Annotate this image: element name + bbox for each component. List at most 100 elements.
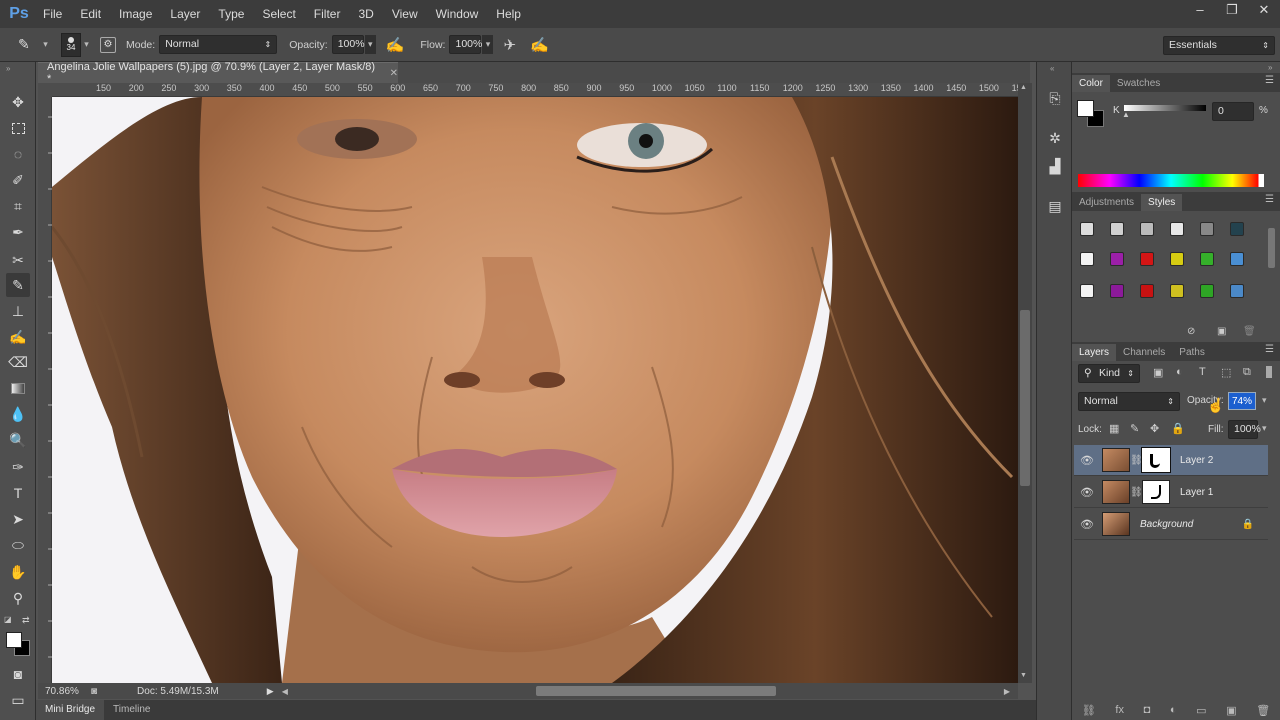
filter-adjustment-icon[interactable]: ◐ [1176, 366, 1183, 378]
styles-scrollbar[interactable] [1268, 228, 1275, 268]
brush-panel-toggle-icon[interactable]: ⚙ [100, 36, 116, 53]
clone-stamp-tool-icon[interactable]: ⊥ [6, 299, 30, 323]
layer-row-background[interactable]: 👁 Background 🔒 [1074, 509, 1268, 540]
history-brush-tool-icon[interactable]: ✍ [6, 325, 30, 349]
layer-row-layer-1[interactable]: 👁 ⛓ Layer 1 [1074, 477, 1268, 508]
close-document-icon[interactable]: ✕ [390, 68, 398, 79]
tab-paths[interactable]: Paths [1172, 344, 1212, 361]
delete-style-icon[interactable]: 🗑 [1243, 326, 1256, 337]
layer-mask-thumbnail[interactable] [1142, 480, 1170, 504]
lock-transparent-icon[interactable]: ▦ [1109, 422, 1119, 435]
menu-edit[interactable]: Edit [71, 0, 110, 28]
visibility-eye-icon[interactable]: 👁 [1074, 518, 1100, 531]
menu-3d[interactable]: 3D [349, 0, 382, 28]
history-panel-icon[interactable]: ⎘ [1045, 88, 1065, 108]
menu-view[interactable]: View [383, 0, 427, 28]
vertical-scroll-thumb[interactable] [1020, 310, 1030, 486]
layer-name[interactable]: Layer 1 [1180, 487, 1213, 498]
type-tool-icon[interactable]: T [6, 481, 30, 505]
lasso-tool-icon[interactable]: ◌ [6, 142, 30, 166]
strip-collapse-icon[interactable]: « [1050, 64, 1054, 73]
airbrush-icon[interactable]: ✈ [503, 36, 516, 54]
color-fg-swatch[interactable] [1077, 100, 1094, 117]
pressure-size-icon[interactable]: ✍ [530, 36, 549, 54]
k-slider-thumb-icon[interactable]: ▲ [1122, 110, 1130, 119]
default-colors-icon[interactable]: ◪ [4, 615, 12, 624]
mask-link-icon[interactable]: ⛓ [1130, 487, 1143, 498]
quick-select-tool-icon[interactable]: ✐ [6, 168, 30, 192]
mode-select[interactable]: Normal ⇕ [159, 35, 278, 54]
tab-layers[interactable]: Layers [1072, 344, 1117, 361]
histogram-panel-icon[interactable]: ▟ [1045, 156, 1065, 176]
marquee-tool-icon[interactable] [6, 116, 30, 140]
menu-window[interactable]: Window [427, 0, 488, 28]
style-swatch[interactable] [1200, 252, 1214, 266]
layer-row-layer-2[interactable]: 👁 ⛓ Layer 2 [1074, 445, 1268, 476]
fill-input[interactable]: 100% [1228, 420, 1261, 439]
style-swatch[interactable] [1140, 222, 1154, 236]
blur-tool-icon[interactable]: 💧 [6, 402, 30, 426]
filter-smartobject-icon[interactable]: ⧉ [1243, 366, 1251, 379]
tab-color[interactable]: Color [1072, 75, 1110, 92]
scroll-right-icon[interactable]: ▶ [1004, 687, 1010, 696]
style-swatch[interactable] [1170, 222, 1184, 236]
brush-tool-preset-icon[interactable]: ✎ [18, 36, 40, 53]
clear-style-icon[interactable]: ⊘ [1187, 326, 1195, 337]
menu-file[interactable]: File [34, 0, 71, 28]
dodge-tool-icon[interactable]: 🔍 [6, 428, 30, 452]
preset-caret-icon[interactable]: ▾ [40, 39, 51, 50]
swap-colors-icon[interactable]: ⇄ [22, 615, 30, 626]
move-tool-icon[interactable]: ✥ [6, 90, 30, 114]
styles-panel-menu-icon[interactable]: ☰ [1265, 194, 1274, 205]
ruler-origin[interactable] [38, 83, 52, 97]
layer-name[interactable]: Layer 2 [1180, 455, 1213, 466]
tab-adjustments[interactable]: Adjustments [1072, 194, 1141, 211]
pressure-opacity-icon[interactable]: ✍ [386, 36, 405, 54]
style-swatch[interactable] [1140, 252, 1154, 266]
foreground-color-swatch[interactable] [6, 632, 22, 648]
tab-timeline[interactable]: Timeline [104, 700, 159, 720]
style-swatch[interactable] [1230, 222, 1244, 236]
style-swatch[interactable] [1140, 284, 1154, 298]
lock-image-icon[interactable]: ✎ [1130, 422, 1139, 435]
style-swatch[interactable] [1170, 252, 1184, 266]
horizontal-scroll-thumb[interactable] [536, 686, 776, 696]
menu-type[interactable]: Type [209, 0, 253, 28]
restore-button[interactable]: ❐ [1216, 0, 1248, 22]
style-swatch[interactable] [1170, 284, 1184, 298]
scroll-left-icon[interactable]: ◀ [282, 687, 288, 696]
mask-link-icon[interactable]: ⛓ [1130, 455, 1143, 466]
status-menu-icon[interactable]: ▶ [267, 686, 274, 697]
style-swatch[interactable] [1110, 284, 1124, 298]
tab-swatches[interactable]: Swatches [1110, 75, 1167, 92]
workspace-select[interactable]: Essentials ⇕ [1163, 36, 1275, 55]
tab-channels[interactable]: Channels [1116, 344, 1172, 361]
style-swatch[interactable] [1080, 222, 1094, 236]
style-swatch[interactable] [1200, 222, 1214, 236]
filter-pixel-icon[interactable]: ▣ [1153, 366, 1163, 379]
quick-mask-icon[interactable]: ◙ [6, 662, 30, 686]
layer-filter-select[interactable]: ⚲ Kind ⇕ [1078, 364, 1140, 383]
style-swatch[interactable] [1200, 284, 1214, 298]
layer-opacity-input[interactable]: 74% [1228, 392, 1256, 410]
minimize-button[interactable]: – [1184, 0, 1216, 22]
k-slider[interactable] [1124, 105, 1206, 111]
ellipse-tool-icon[interactable]: ⬭ [6, 533, 30, 557]
color-panel-menu-icon[interactable]: ☰ [1265, 75, 1274, 86]
fill-caret-icon[interactable]: ▾ [1262, 423, 1267, 434]
screen-mode-icon[interactable]: ▭ [6, 688, 30, 712]
menu-layer[interactable]: Layer [161, 0, 209, 28]
layer-opacity-caret-icon[interactable]: ▾ [1262, 395, 1267, 406]
pen-tool-icon[interactable]: ✑ [6, 455, 30, 479]
vertical-ruler[interactable] [38, 97, 52, 683]
zoom-tool-icon[interactable]: ⚲ [6, 586, 30, 610]
properties-panel-icon[interactable]: ▤ [1045, 196, 1065, 216]
style-swatch[interactable] [1230, 284, 1244, 298]
visibility-eye-icon[interactable]: 👁 [1074, 454, 1100, 467]
brush-tool-icon[interactable]: ✎ [6, 273, 30, 297]
style-swatch[interactable] [1080, 284, 1094, 298]
layer-name[interactable]: Background [1140, 519, 1193, 530]
k-value-input[interactable]: 0 [1212, 102, 1254, 121]
opacity-input[interactable]: 100% [331, 35, 365, 54]
add-style-icon[interactable]: fx [1115, 704, 1124, 716]
